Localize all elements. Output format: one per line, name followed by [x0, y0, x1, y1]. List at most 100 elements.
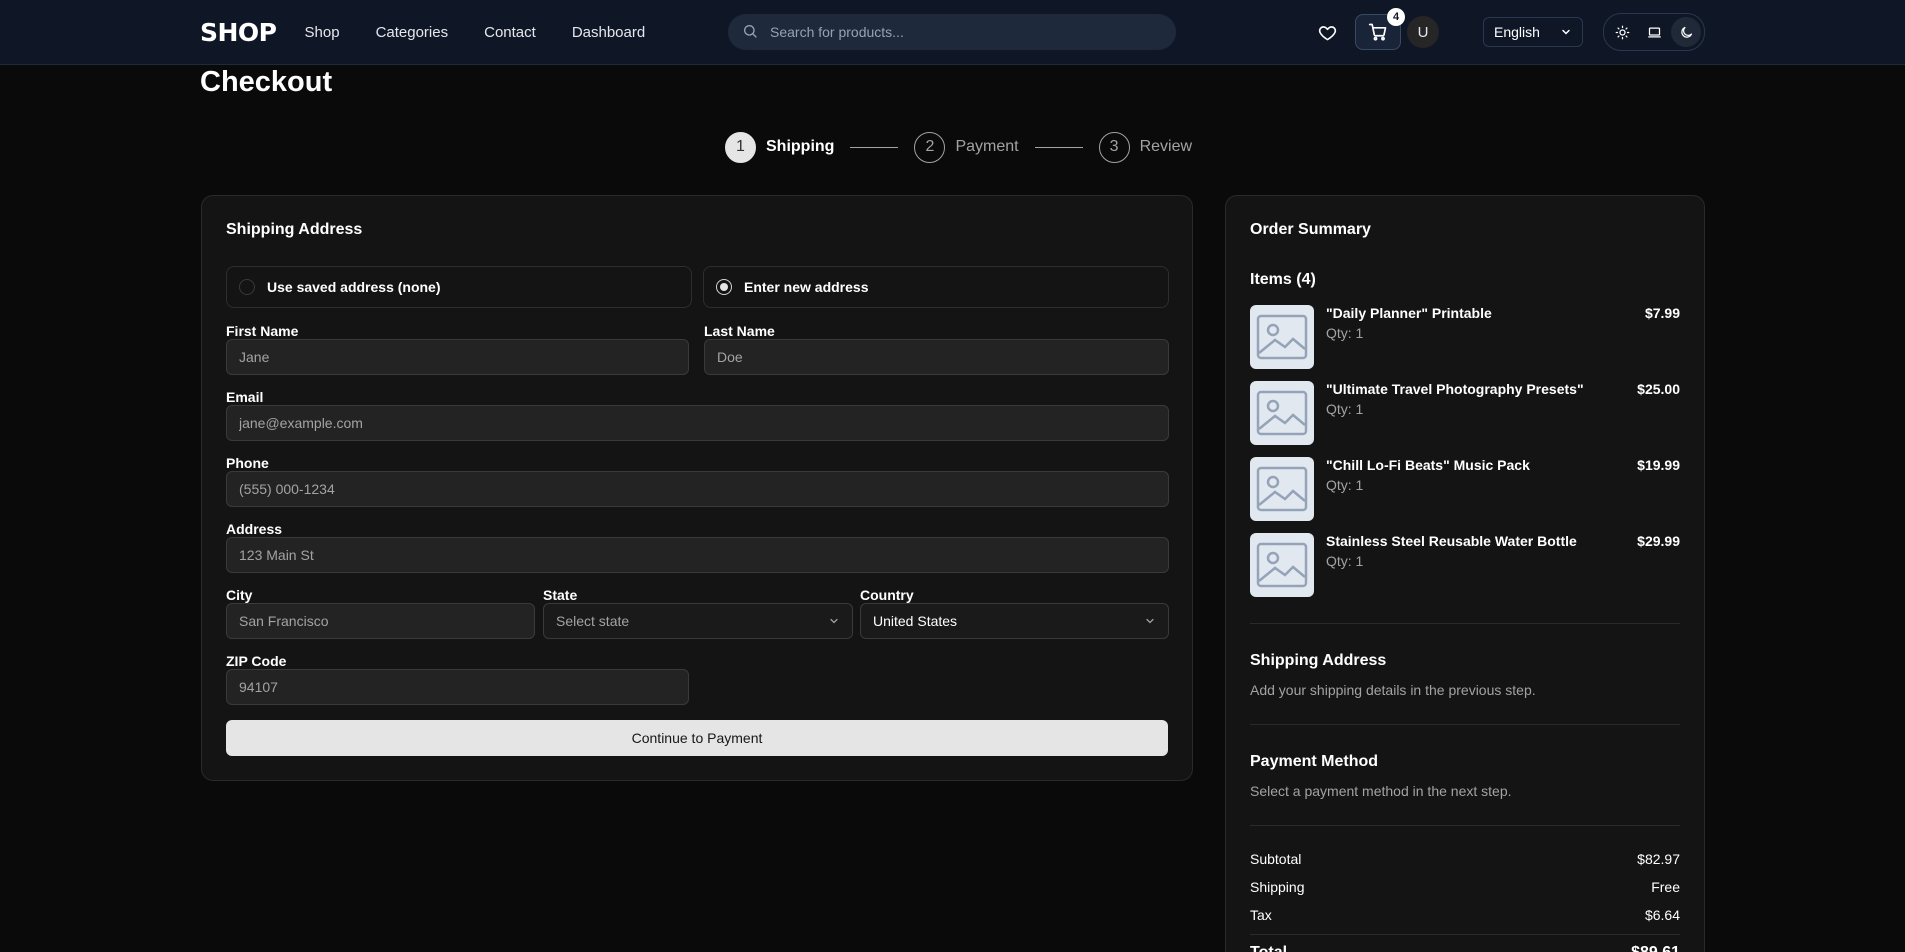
- shipping-value: Free: [1651, 879, 1680, 895]
- step-connector: [850, 146, 899, 148]
- product-thumbnail: [1250, 381, 1314, 445]
- zip-input[interactable]: [226, 669, 689, 705]
- email-label: Email: [226, 389, 264, 405]
- cart-count-badge: 4: [1387, 8, 1405, 26]
- chevron-down-icon: [1562, 29, 1570, 35]
- cart-button[interactable]: 4: [1355, 8, 1405, 50]
- shipping-row: Shipping Free: [1250, 879, 1680, 895]
- total-label: Total: [1250, 944, 1287, 952]
- step-label: Review: [1139, 138, 1193, 155]
- total-value: $89.61: [1631, 944, 1680, 952]
- theme-dark-button[interactable]: [1671, 17, 1701, 47]
- phone-input[interactable]: [226, 471, 1169, 507]
- divider: [1250, 825, 1680, 826]
- last-name-label: Last Name: [704, 323, 775, 339]
- language-select[interactable]: English: [1483, 17, 1583, 47]
- first-name-input[interactable]: [226, 339, 689, 375]
- image-placeholder-icon: [1256, 314, 1308, 360]
- tax-label: Tax: [1250, 907, 1272, 923]
- city-label: City: [226, 587, 253, 603]
- nav-links: Shop Categories Contact Dashboard: [305, 24, 682, 41]
- email-input[interactable]: [226, 405, 1169, 441]
- zip-label: ZIP Code: [226, 653, 287, 669]
- step-label: Payment: [955, 138, 1019, 155]
- user-avatar[interactable]: U: [1407, 16, 1439, 48]
- page-title: Checkout: [200, 66, 333, 98]
- search-icon: [742, 23, 758, 42]
- image-placeholder-icon: [1256, 542, 1308, 588]
- theme-light-button[interactable]: [1607, 17, 1637, 47]
- subtotal-value: $82.97: [1637, 851, 1680, 867]
- step-review[interactable]: 3 Review: [1098, 131, 1193, 163]
- continue-to-payment-button[interactable]: Continue to Payment: [226, 720, 1168, 756]
- item-name: "Chill Lo-Fi Beats" Music Pack: [1326, 457, 1530, 473]
- checkout-stepper: 1 Shipping 2 Payment 3 Review: [725, 131, 1192, 163]
- divider: [1250, 934, 1680, 935]
- nav-link-categories[interactable]: Categories: [376, 24, 449, 41]
- item-price: $7.99: [1644, 305, 1680, 321]
- use-saved-address-option[interactable]: Use saved address (none): [226, 266, 692, 308]
- subtotal-label: Subtotal: [1250, 851, 1302, 867]
- nav-link-dashboard[interactable]: Dashboard: [572, 24, 645, 41]
- summary-item: "Ultimate Travel Photography Presets" Qt…: [1250, 381, 1680, 445]
- state-select[interactable]: Select state: [543, 603, 853, 639]
- country-label: Country: [860, 587, 914, 603]
- item-name: Stainless Steel Reusable Water Bottle: [1326, 533, 1577, 549]
- nav-link-shop[interactable]: Shop: [305, 24, 340, 41]
- divider: [1250, 623, 1680, 624]
- language-value: English: [1494, 24, 1540, 40]
- item-qty: Qty: 1: [1326, 553, 1364, 569]
- image-placeholder-icon: [1256, 466, 1308, 512]
- country-value: United States: [873, 613, 958, 629]
- radio-saved-address[interactable]: [239, 279, 255, 295]
- moon-icon: [1680, 26, 1692, 38]
- address-label: Address: [226, 521, 283, 537]
- enter-new-address-option[interactable]: Enter new address: [703, 266, 1169, 308]
- product-thumbnail: [1250, 305, 1314, 369]
- item-price: $25.00: [1637, 381, 1680, 397]
- subtotal-row: Subtotal $82.97: [1250, 851, 1680, 867]
- navbar-tools: 4 U English: [1309, 0, 1705, 64]
- product-thumbnail: [1250, 457, 1314, 521]
- city-input[interactable]: [226, 603, 535, 639]
- nav-link-contact[interactable]: Contact: [484, 24, 536, 41]
- order-summary-card: Order Summary Items (4) "Daily Planner" …: [1225, 195, 1705, 952]
- payment-method-heading: Payment Method: [1250, 753, 1379, 770]
- items-count-title: Items (4): [1250, 271, 1316, 288]
- phone-label: Phone: [226, 455, 269, 471]
- step-number: 1: [725, 131, 756, 163]
- item-price: $29.99: [1637, 533, 1680, 549]
- item-qty: Qty: 1: [1326, 325, 1364, 341]
- search-input[interactable]: [770, 24, 1150, 40]
- order-summary-title: Order Summary: [1250, 221, 1371, 238]
- step-label: Shipping: [766, 138, 835, 155]
- item-price: $19.99: [1637, 457, 1680, 473]
- heart-icon: [1318, 25, 1336, 40]
- summary-item: Stainless Steel Reusable Water Bottle Qt…: [1250, 533, 1680, 597]
- wishlist-button[interactable]: [1309, 14, 1345, 50]
- theme-system-button[interactable]: [1639, 17, 1669, 47]
- navbar-inner: SHOP Shop Categories Contact Dashboard 4…: [200, 0, 1705, 64]
- top-navbar: SHOP Shop Categories Contact Dashboard 4…: [0, 0, 1905, 65]
- laptop-icon: [1647, 27, 1661, 37]
- tax-value: $6.64: [1644, 907, 1680, 923]
- step-connector: [1034, 146, 1083, 148]
- item-qty: Qty: 1: [1326, 477, 1364, 493]
- country-select[interactable]: United States: [860, 603, 1169, 639]
- image-placeholder-icon: [1256, 390, 1308, 436]
- search-bar: [728, 14, 1176, 50]
- step-number: 2: [914, 131, 946, 163]
- last-name-input[interactable]: [704, 339, 1169, 375]
- step-payment[interactable]: 2 Payment: [914, 131, 1019, 163]
- shipping-label: Shipping: [1250, 879, 1305, 895]
- tax-row: Tax $6.64: [1250, 907, 1680, 923]
- option-label: Enter new address: [744, 279, 869, 295]
- step-shipping[interactable]: 1 Shipping: [725, 131, 835, 163]
- address-input[interactable]: [226, 537, 1169, 573]
- state-placeholder: Select state: [556, 613, 630, 629]
- radio-new-address[interactable]: [716, 279, 732, 295]
- sun-icon: [1615, 25, 1629, 39]
- logo[interactable]: SHOP: [200, 18, 277, 47]
- item-qty: Qty: 1: [1326, 401, 1364, 417]
- cart-icon: [1368, 23, 1387, 41]
